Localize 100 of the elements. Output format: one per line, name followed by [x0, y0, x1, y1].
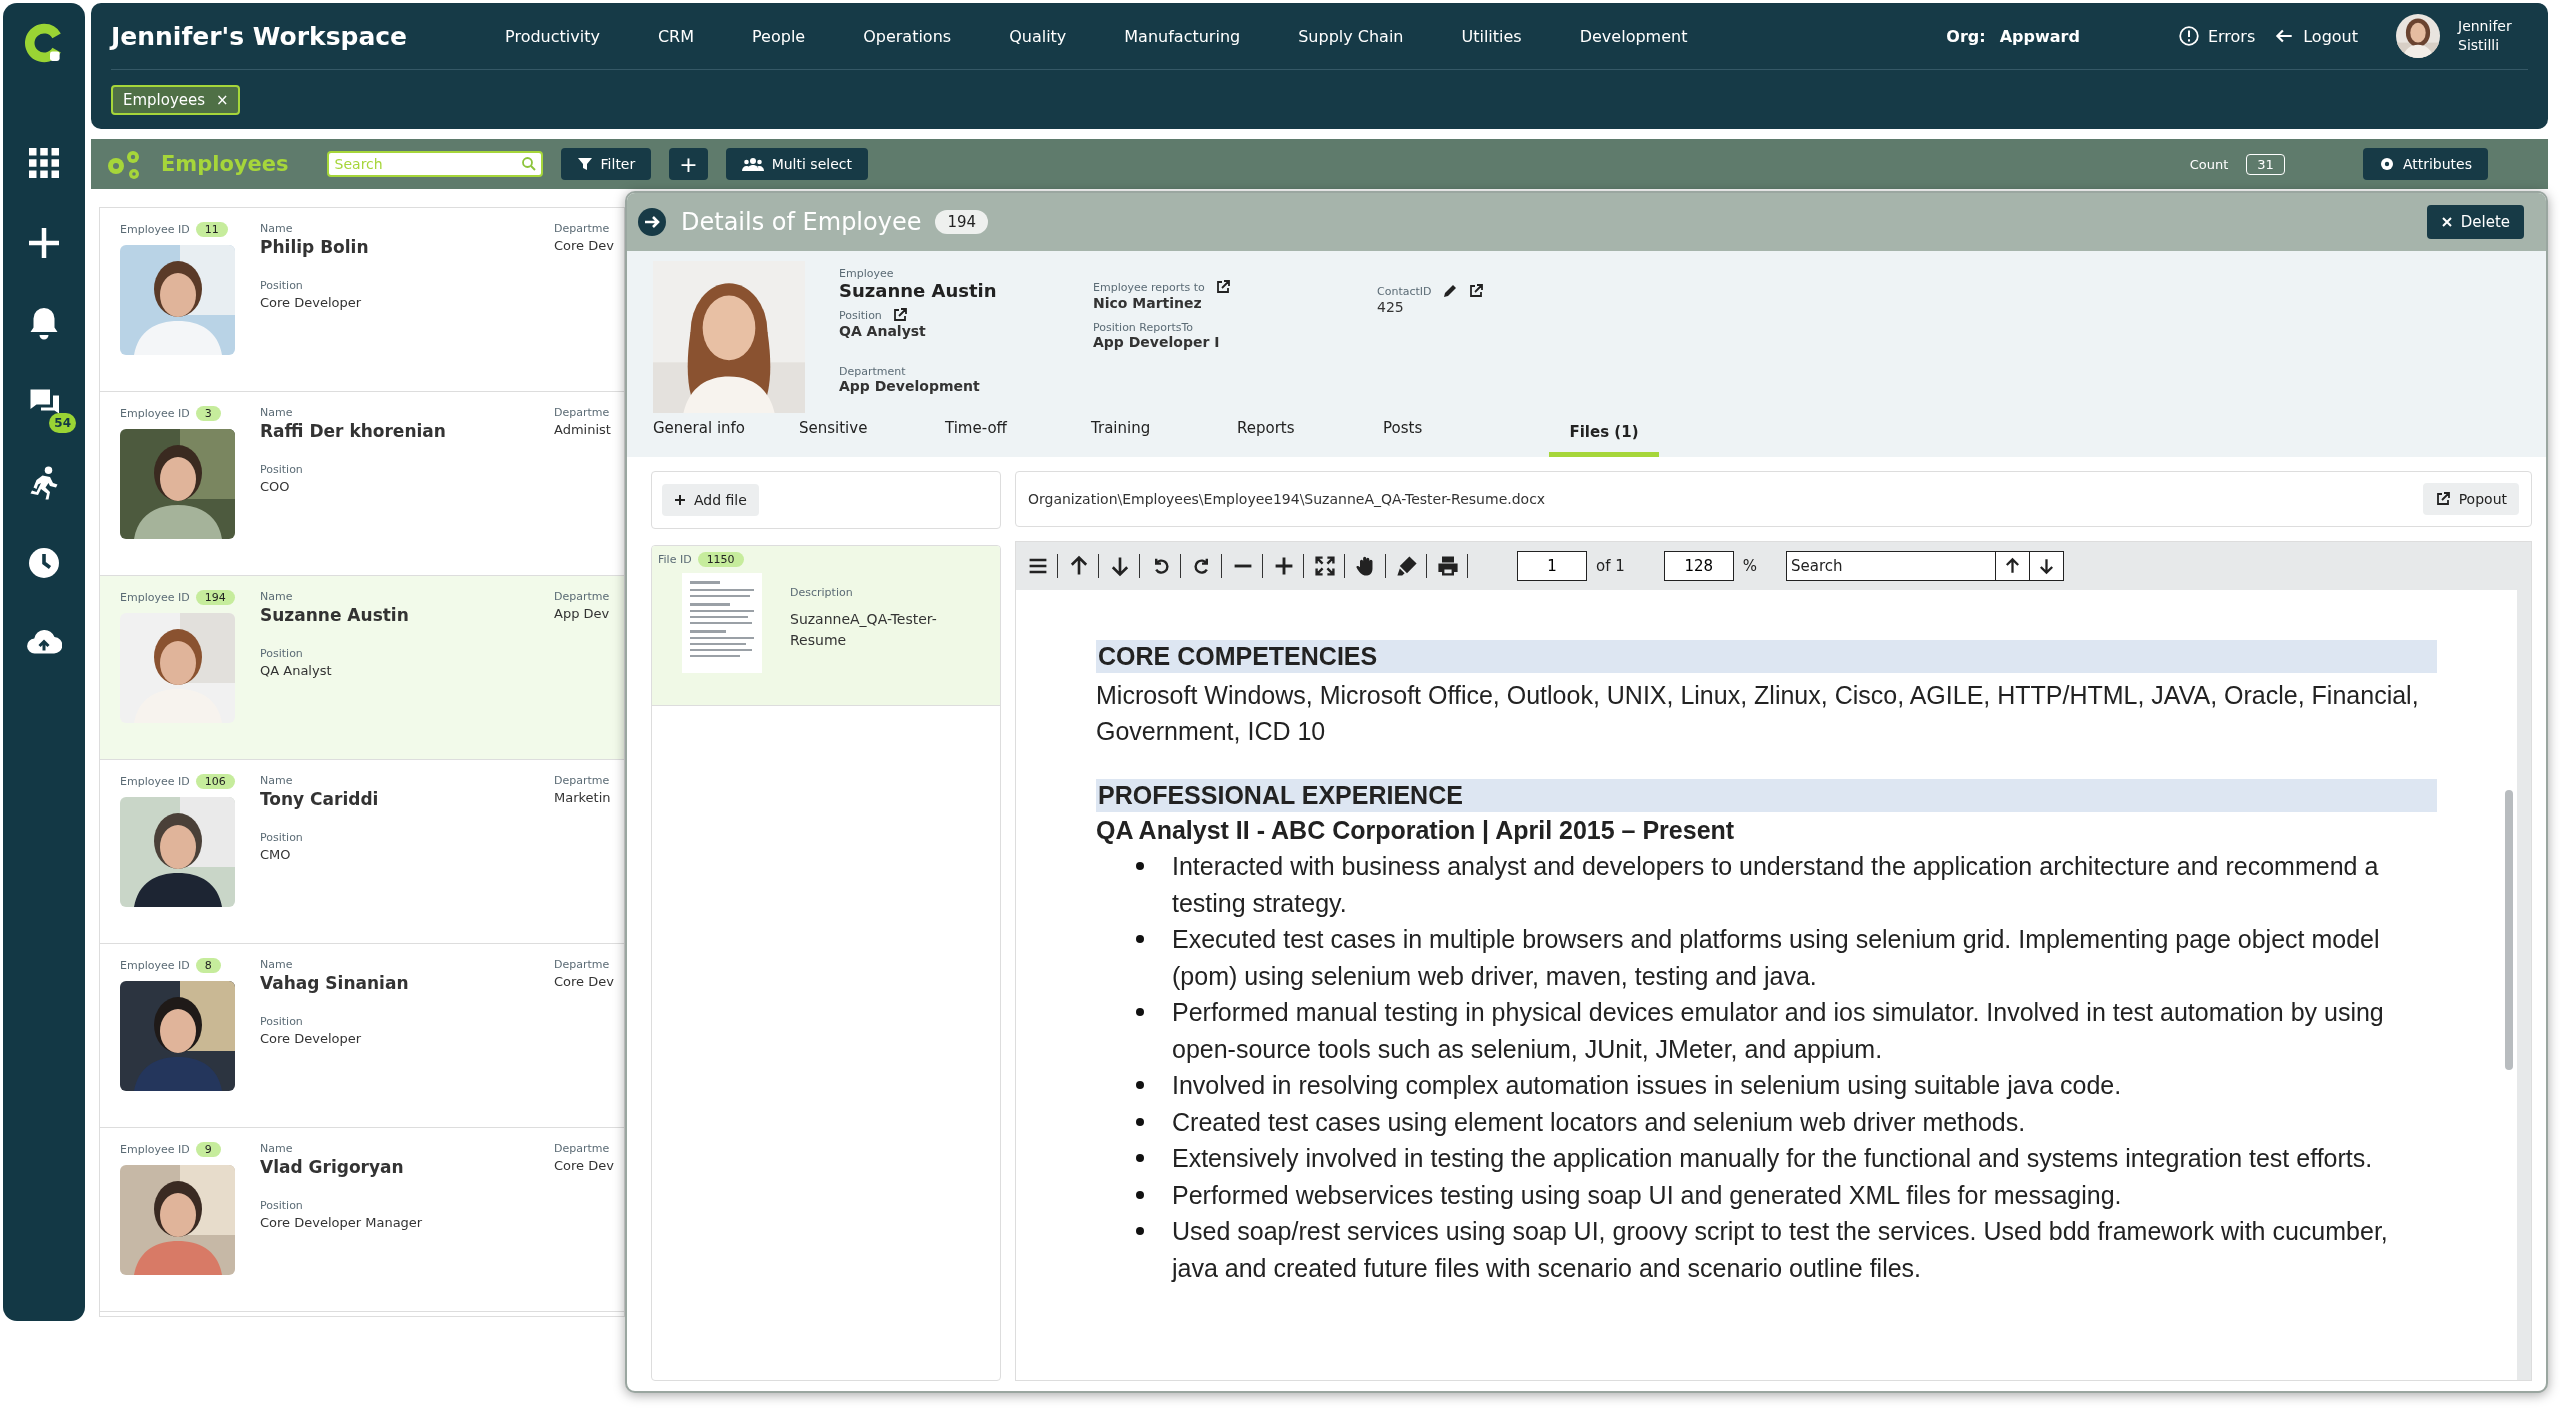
field-label: Employee ID: [120, 1143, 190, 1156]
nav-menu-item[interactable]: Utilities: [1461, 26, 1522, 46]
org-name: Appward: [1999, 26, 2080, 46]
close-icon[interactable]: ×: [215, 90, 229, 109]
employee-card[interactable]: Employee ID 8 Name Vahag Sinanian Position Core Developer Departme Core Dev: [100, 944, 624, 1128]
field-label: Position ReportsTo: [1093, 321, 1195, 334]
zoom-field[interactable]: 128: [1663, 551, 1734, 581]
field-label: Position: [260, 1015, 304, 1028]
count-label: Count: [2189, 156, 2229, 172]
nav-menu-item[interactable]: Quality: [1009, 26, 1067, 46]
delete-button[interactable]: Delete: [2426, 205, 2524, 239]
tab[interactable]: General info: [653, 413, 799, 457]
field-label: Departme: [554, 406, 611, 419]
id-badge: 106: [195, 774, 235, 789]
field-label: Department: [839, 365, 907, 378]
section-heading: CORE COMPETENCIES: [1096, 640, 2437, 673]
workspace-title: Jennifer's Workspace: [111, 21, 408, 51]
field-label: Employee ID: [120, 407, 190, 420]
errors-link[interactable]: Errors: [2177, 25, 2256, 47]
nav-menu-item[interactable]: Productivity: [505, 26, 600, 46]
employee-card[interactable]: Employee ID 11 Name Philip Bolin Position Core Developer Departme Core Dev: [100, 208, 624, 392]
document-search-field[interactable]: Search: [1786, 551, 1997, 581]
field-value: App Developer I: [1093, 334, 1221, 350]
id-badge: 11: [195, 222, 228, 237]
employee-department: Core Dev: [554, 974, 614, 989]
employee-department: App Dev: [554, 606, 610, 621]
nav-menu-item[interactable]: People: [752, 26, 806, 46]
employee-card[interactable]: Employee ID 9 Name Vlad Grigoryan Position Core Developer Manager Departme Core Dev: [100, 1128, 624, 1312]
field-label: File ID: [658, 553, 692, 566]
employee-position: Core Developer: [260, 295, 363, 310]
id-badge: 9: [195, 1142, 221, 1157]
id-badge: 8: [195, 958, 221, 973]
bullet-text: Interacted with business analyst and developers to understand the application architecture and recommend a testing strategy.: [1172, 851, 2380, 919]
tab[interactable]: Sensitive: [799, 413, 945, 457]
field-label: Position: [260, 831, 304, 844]
employee-name: Suzanne Austin: [260, 605, 410, 625]
logout-link[interactable]: Logout: [2273, 25, 2358, 47]
employee-position: Core Developer: [260, 1031, 363, 1046]
section-heading: PROFESSIONAL EXPERIENCE: [1096, 779, 2437, 812]
employee-card[interactable]: Employee ID 106 Name Tony Cariddi Position CMO Departme Marketin: [100, 760, 624, 944]
paragraph: Microsoft Windows, Microsoft Office, Outlook, UNIX, Linux, Zlinux, Cisco, AGILE, HTTP/HTML, JAVA, Oracle, Financial, Government, ICD 10: [1096, 680, 2420, 747]
id-badge: 3: [195, 406, 221, 421]
add-button[interactable]: +: [669, 148, 708, 180]
search-field[interactable]: Search: [326, 151, 543, 177]
field-label: Departme: [554, 590, 610, 603]
multi-select-button[interactable]: Multi select: [725, 148, 868, 180]
employee-department: Core Dev: [554, 238, 614, 253]
id-badge: 1150: [697, 552, 744, 567]
attributes-button[interactable]: Attributes: [2362, 148, 2488, 180]
user-name[interactable]: Jennifer Sistilli: [2458, 17, 2528, 55]
field-label: Name: [260, 774, 294, 787]
field-label: Departme: [554, 958, 611, 971]
employee-position: CMO: [260, 847, 292, 862]
page-title: Employees: [161, 152, 289, 176]
nav-menu-item[interactable]: Development: [1579, 26, 1688, 46]
field-label: Departme: [554, 222, 611, 235]
employee-department: Marketin: [554, 790, 611, 805]
org-label: Org:: [1946, 26, 1986, 46]
employee-name: Philip Bolin: [260, 237, 370, 257]
tab[interactable]: Reports: [1237, 413, 1383, 457]
field-label: Position: [260, 1199, 304, 1212]
field-value: 425: [1377, 299, 1405, 315]
tab[interactable]: Training: [1091, 413, 1237, 457]
bullet-text: Performed webservices testing using soap UI and generated XML files for messaging.: [1172, 1179, 2123, 1211]
employee-name: Vlad Grigoryan: [260, 1157, 405, 1177]
popout-button[interactable]: Popout: [2422, 483, 2519, 515]
employee-position: Core Developer Manager: [260, 1215, 424, 1230]
field-label: Employee reports to: [1093, 280, 1205, 294]
field-label: Name: [260, 590, 294, 603]
employee-position: QA Analyst: [260, 663, 333, 678]
job-title: QA Analyst II - ABC Corporation | April 2015 – Present: [1096, 815, 1736, 846]
employee-position: COO: [260, 479, 291, 494]
bullet-text: Extensively involved in testing the application manually for the functional and systems integration test efforts.: [1172, 1143, 2374, 1174]
field-label: Employee ID: [120, 959, 190, 972]
add-file-button[interactable]: Add file: [662, 484, 759, 516]
field-label: Departme: [554, 1142, 611, 1155]
nav-menu-item[interactable]: Manufacturing: [1124, 26, 1241, 46]
nav-menu-item[interactable]: Supply Chain: [1298, 26, 1404, 46]
count-value: 31: [2246, 153, 2285, 175]
bullet-text: Performed manual testing in physical devices emulator and ios simulator. Involved in test automation by using open-source tools such as selenium, JUnit, JMeter, and appium.: [1172, 997, 2385, 1065]
page-number-field[interactable]: 1: [1517, 551, 1587, 581]
percent-sign: %: [1742, 557, 1758, 575]
employee-card[interactable]: Employee ID 194 Name Suzanne Austin Position QA Analyst Departme App Dev: [100, 576, 624, 760]
tab[interactable]: Posts: [1383, 413, 1529, 457]
nav-menu-item[interactable]: Operations: [863, 26, 952, 46]
field-label: Name: [260, 406, 294, 419]
employee-department: Administ: [554, 422, 611, 437]
field-label: Employee: [839, 267, 895, 280]
tab[interactable]: Time-off: [945, 413, 1091, 457]
file-item[interactable]: File ID 1150 Description SuzanneA_QA-Tester-Resume: [652, 546, 1000, 706]
field-label: Name: [260, 1142, 294, 1155]
employee-name: Raffi Der khorenian: [260, 421, 447, 441]
employee-card[interactable]: Employee ID 3 Name Raffi Der khorenian Position COO Departme Administ: [100, 392, 624, 576]
filter-button[interactable]: Filter: [560, 148, 652, 180]
field-label: Position: [839, 308, 882, 322]
open-tab[interactable]: Employees ×: [111, 84, 241, 115]
nav-menu-item[interactable]: CRM: [657, 26, 694, 46]
tab[interactable]: Files (1): [1549, 413, 1659, 457]
page-count: of 1: [1596, 557, 1625, 575]
count-badge: 194: [935, 210, 989, 234]
